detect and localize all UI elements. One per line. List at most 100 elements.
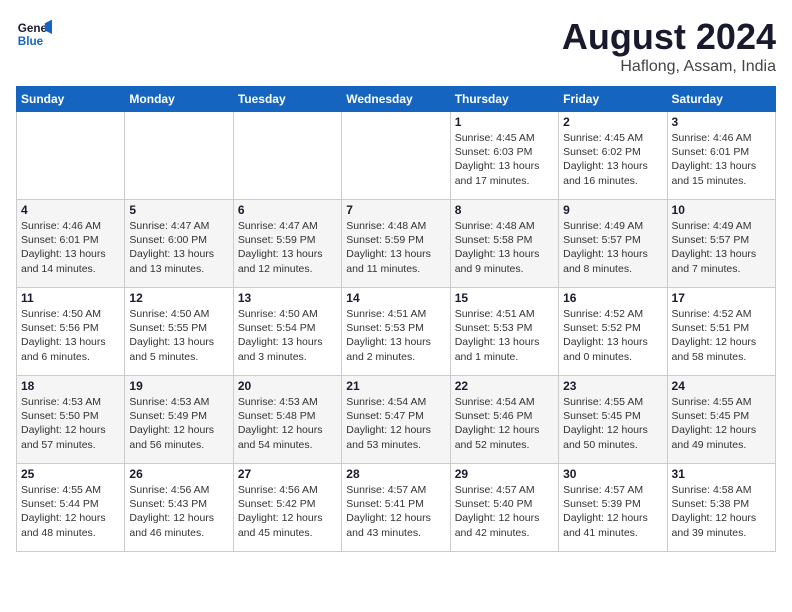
calendar-cell xyxy=(17,112,125,200)
day-info: Sunrise: 4:53 AM Sunset: 5:50 PM Dayligh… xyxy=(21,395,120,452)
svg-text:Blue: Blue xyxy=(18,35,44,48)
day-number: 19 xyxy=(129,379,228,393)
calendar-cell: 3 Sunrise: 4:46 AM Sunset: 6:01 PM Daylig… xyxy=(667,112,775,200)
calendar-week: 1Sunrise: 4:45 AM Sunset: 6:03 PM Daylig… xyxy=(17,112,776,200)
weekday-header: Friday xyxy=(559,87,667,112)
logo: General Blue xyxy=(16,16,52,52)
day-number: 26 xyxy=(129,467,228,481)
day-info: Sunrise: 4:58 AM Sunset: 5:38 PM Dayligh… xyxy=(672,483,771,540)
calendar-cell: 4Sunrise: 4:46 AM Sunset: 6:01 PM Daylig… xyxy=(17,200,125,288)
day-info: Sunrise: 4:57 AM Sunset: 5:39 PM Dayligh… xyxy=(563,483,662,540)
day-number: 17 xyxy=(672,291,771,305)
day-info: Sunrise: 4:47 AM Sunset: 5:59 PM Dayligh… xyxy=(238,219,337,276)
day-info: Sunrise: 4:46 AM Sunset: 6:01 PM Dayligh… xyxy=(672,131,771,188)
weekday-header: Sunday xyxy=(17,87,125,112)
day-number: 30 xyxy=(563,467,662,481)
day-number: 3 xyxy=(672,115,771,129)
calendar-cell: 1Sunrise: 4:45 AM Sunset: 6:03 PM Daylig… xyxy=(450,112,558,200)
title-block: August 2024 Haflong, Assam, India xyxy=(562,16,776,76)
day-number: 9 xyxy=(563,203,662,217)
calendar-header: SundayMondayTuesdayWednesdayThursdayFrid… xyxy=(17,87,776,112)
day-number: 12 xyxy=(129,291,228,305)
day-info: Sunrise: 4:56 AM Sunset: 5:43 PM Dayligh… xyxy=(129,483,228,540)
day-info: Sunrise: 4:47 AM Sunset: 6:00 PM Dayligh… xyxy=(129,219,228,276)
calendar-week: 4Sunrise: 4:46 AM Sunset: 6:01 PM Daylig… xyxy=(17,200,776,288)
calendar-cell: 17 Sunrise: 4:52 AM Sunset: 5:51 PM Dayli… xyxy=(667,288,775,376)
subtitle: Haflong, Assam, India xyxy=(562,58,776,76)
calendar-cell: 25Sunrise: 4:55 AM Sunset: 5:44 PM Dayli… xyxy=(17,464,125,552)
day-info: Sunrise: 4:46 AM Sunset: 6:01 PM Dayligh… xyxy=(21,219,120,276)
day-number: 31 xyxy=(672,467,771,481)
day-number: 2 xyxy=(563,115,662,129)
weekday-header: Thursday xyxy=(450,87,558,112)
calendar-cell: 8 Sunrise: 4:48 AM Sunset: 5:58 PM Daylig… xyxy=(450,200,558,288)
day-number: 13 xyxy=(238,291,337,305)
main-title: August 2024 xyxy=(562,16,776,58)
day-info: Sunrise: 4:52 AM Sunset: 5:52 PM Dayligh… xyxy=(563,307,662,364)
header: General Blue August 2024 Haflong, Assam,… xyxy=(16,16,776,76)
calendar-body: 1Sunrise: 4:45 AM Sunset: 6:03 PM Daylig… xyxy=(17,112,776,552)
day-number: 11 xyxy=(21,291,120,305)
day-number: 6 xyxy=(238,203,337,217)
calendar-cell: 27 Sunrise: 4:56 AM Sunset: 5:42 PM Dayli… xyxy=(233,464,341,552)
calendar: SundayMondayTuesdayWednesdayThursdayFrid… xyxy=(16,86,776,552)
day-number: 28 xyxy=(346,467,445,481)
day-info: Sunrise: 4:48 AM Sunset: 5:59 PM Dayligh… xyxy=(346,219,445,276)
day-info: Sunrise: 4:49 AM Sunset: 5:57 PM Dayligh… xyxy=(672,219,771,276)
calendar-cell: 7Sunrise: 4:48 AM Sunset: 5:59 PM Daylig… xyxy=(342,200,450,288)
calendar-cell: 2 Sunrise: 4:45 AM Sunset: 6:02 PM Daylig… xyxy=(559,112,667,200)
day-number: 24 xyxy=(672,379,771,393)
day-number: 5 xyxy=(129,203,228,217)
weekday-header: Wednesday xyxy=(342,87,450,112)
calendar-cell: 30 Sunrise: 4:57 AM Sunset: 5:39 PM Dayli… xyxy=(559,464,667,552)
day-info: Sunrise: 4:45 AM Sunset: 6:02 PM Dayligh… xyxy=(563,131,662,188)
calendar-cell: 19 Sunrise: 4:53 AM Sunset: 5:49 PM Dayli… xyxy=(125,376,233,464)
day-info: Sunrise: 4:57 AM Sunset: 5:40 PM Dayligh… xyxy=(455,483,554,540)
calendar-week: 25Sunrise: 4:55 AM Sunset: 5:44 PM Dayli… xyxy=(17,464,776,552)
day-info: Sunrise: 4:48 AM Sunset: 5:58 PM Dayligh… xyxy=(455,219,554,276)
day-number: 18 xyxy=(21,379,120,393)
calendar-cell: 11Sunrise: 4:50 AM Sunset: 5:56 PM Dayli… xyxy=(17,288,125,376)
calendar-week: 18 Sunrise: 4:53 AM Sunset: 5:50 PM Dayli… xyxy=(17,376,776,464)
day-info: Sunrise: 4:50 AM Sunset: 5:55 PM Dayligh… xyxy=(129,307,228,364)
calendar-cell: 28 Sunrise: 4:57 AM Sunset: 5:41 PM Dayli… xyxy=(342,464,450,552)
calendar-cell: 24 Sunrise: 4:55 AM Sunset: 5:45 PM Dayli… xyxy=(667,376,775,464)
day-number: 8 xyxy=(455,203,554,217)
day-number: 15 xyxy=(455,291,554,305)
day-info: Sunrise: 4:49 AM Sunset: 5:57 PM Dayligh… xyxy=(563,219,662,276)
calendar-cell: 29Sunrise: 4:57 AM Sunset: 5:40 PM Dayli… xyxy=(450,464,558,552)
calendar-cell: 12 Sunrise: 4:50 AM Sunset: 5:55 PM Dayli… xyxy=(125,288,233,376)
day-info: Sunrise: 4:53 AM Sunset: 5:49 PM Dayligh… xyxy=(129,395,228,452)
day-info: Sunrise: 4:57 AM Sunset: 5:41 PM Dayligh… xyxy=(346,483,445,540)
day-number: 22 xyxy=(455,379,554,393)
calendar-cell: 23Sunrise: 4:55 AM Sunset: 5:45 PM Dayli… xyxy=(559,376,667,464)
day-info: Sunrise: 4:55 AM Sunset: 5:45 PM Dayligh… xyxy=(672,395,771,452)
day-info: Sunrise: 4:54 AM Sunset: 5:47 PM Dayligh… xyxy=(346,395,445,452)
day-info: Sunrise: 4:53 AM Sunset: 5:48 PM Dayligh… xyxy=(238,395,337,452)
calendar-cell xyxy=(233,112,341,200)
calendar-cell: 13Sunrise: 4:50 AM Sunset: 5:54 PM Dayli… xyxy=(233,288,341,376)
calendar-cell: 31 Sunrise: 4:58 AM Sunset: 5:38 PM Dayli… xyxy=(667,464,775,552)
calendar-cell: 18 Sunrise: 4:53 AM Sunset: 5:50 PM Dayli… xyxy=(17,376,125,464)
calendar-week: 11Sunrise: 4:50 AM Sunset: 5:56 PM Dayli… xyxy=(17,288,776,376)
day-info: Sunrise: 4:45 AM Sunset: 6:03 PM Dayligh… xyxy=(455,131,554,188)
calendar-cell: 21 Sunrise: 4:54 AM Sunset: 5:47 PM Dayli… xyxy=(342,376,450,464)
day-number: 21 xyxy=(346,379,445,393)
calendar-cell: 9 Sunrise: 4:49 AM Sunset: 5:57 PM Daylig… xyxy=(559,200,667,288)
day-info: Sunrise: 4:54 AM Sunset: 5:46 PM Dayligh… xyxy=(455,395,554,452)
day-info: Sunrise: 4:55 AM Sunset: 5:44 PM Dayligh… xyxy=(21,483,120,540)
logo-icon: General Blue xyxy=(16,16,52,52)
calendar-cell: 22 Sunrise: 4:54 AM Sunset: 5:46 PM Dayli… xyxy=(450,376,558,464)
calendar-cell xyxy=(342,112,450,200)
day-info: Sunrise: 4:52 AM Sunset: 5:51 PM Dayligh… xyxy=(672,307,771,364)
calendar-cell: 16Sunrise: 4:52 AM Sunset: 5:52 PM Dayli… xyxy=(559,288,667,376)
day-number: 14 xyxy=(346,291,445,305)
weekday-header: Saturday xyxy=(667,87,775,112)
calendar-cell: 14Sunrise: 4:51 AM Sunset: 5:53 PM Dayli… xyxy=(342,288,450,376)
weekday-header: Tuesday xyxy=(233,87,341,112)
calendar-cell: 5 Sunrise: 4:47 AM Sunset: 6:00 PM Daylig… xyxy=(125,200,233,288)
day-info: Sunrise: 4:55 AM Sunset: 5:45 PM Dayligh… xyxy=(563,395,662,452)
day-number: 27 xyxy=(238,467,337,481)
day-number: 20 xyxy=(238,379,337,393)
day-info: Sunrise: 4:56 AM Sunset: 5:42 PM Dayligh… xyxy=(238,483,337,540)
